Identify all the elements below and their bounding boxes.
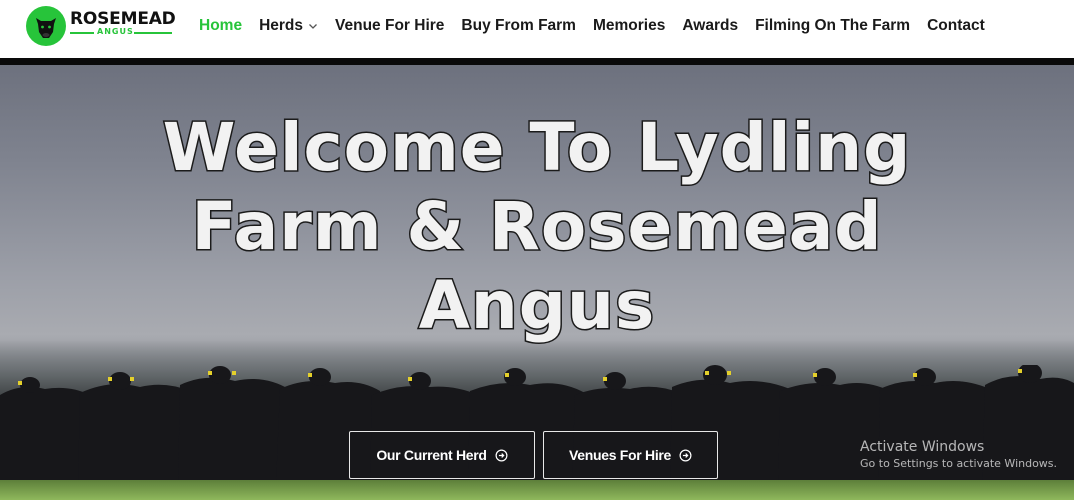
arrow-circle-right-icon [679,449,692,461]
nav-item-label: Venue For Hire [335,17,445,34]
nav-item-memories[interactable]: Memories [593,17,665,35]
nav-item-filming[interactable]: Filming On The Farm [755,17,910,35]
logo-title: ROSEMEAD [70,9,176,29]
nav-item-label: Herds [259,17,304,34]
arrow-circle-right-icon [495,449,508,461]
nav-item-label: Contact [927,17,985,34]
hero-title-line: Farm & Rosemead [190,187,883,267]
watermark-title: Activate Windows [860,439,985,455]
nav-item-home[interactable]: Home [199,17,242,35]
nav-item-herds[interactable]: Herds [259,17,318,35]
hero-title: Welcome To Lydling Farm & Rosemead Angus [80,108,994,346]
windows-activation-watermark: Activate Windows Go to Settings to activ… [860,438,1057,471]
nav-item-label: Home [199,17,243,34]
site-header: ROSEMEAD ANGUS Home Herds Venue For Hire… [0,0,1074,58]
site-logo[interactable]: ROSEMEAD ANGUS [26,6,176,46]
hero-title-line: Welcome To Lydling [161,108,912,188]
our-current-herd-button[interactable]: Our Current Herd [349,431,535,479]
nav-item-label: Awards [682,17,739,34]
cow-head-icon [26,6,66,46]
logo-divider [70,32,94,34]
main-nav: Home Herds Venue For Hire Buy From Farm … [199,14,1002,38]
nav-item-buy-from-farm[interactable]: Buy From Farm [461,17,576,35]
venues-for-hire-button[interactable]: Venues For Hire [543,431,718,479]
logo-divider [134,32,172,34]
nav-item-venue-for-hire[interactable]: Venue For Hire [335,17,444,35]
logo-subtitle: ANGUS [97,27,134,36]
hero-title-line: Angus [417,266,656,346]
nav-item-label: Filming On The Farm [755,17,911,34]
chevron-down-icon [309,24,317,29]
nav-item-label: Buy From Farm [461,17,576,34]
header-divider [0,58,1074,65]
button-label: Venues For Hire [568,447,672,463]
nav-item-label: Memories [592,17,666,34]
hero-grass [0,480,1074,500]
nav-item-awards[interactable]: Awards [682,17,738,35]
watermark-subtitle: Go to Settings to activate Windows. [860,457,1058,470]
button-label: Our Current Herd [376,447,487,463]
nav-item-contact[interactable]: Contact [927,17,985,35]
